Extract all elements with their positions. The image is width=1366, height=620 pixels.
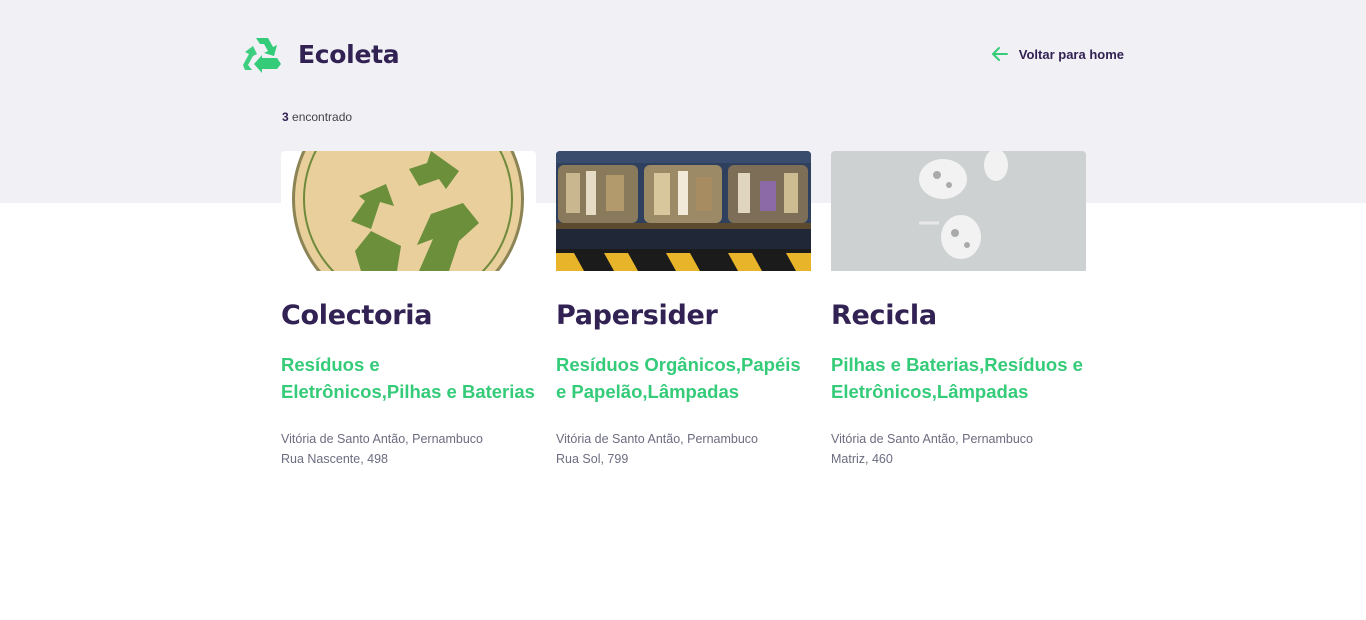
logo[interactable]: Ecoleta [242, 34, 400, 74]
results-number: 3 [282, 110, 289, 124]
back-to-home-link[interactable]: Voltar para home [991, 45, 1124, 63]
point-address: Vitória de Santo Antão, Pernambuco Rua N… [281, 429, 536, 469]
point-image [281, 151, 536, 271]
point-card[interactable]: Colectoria Resíduos e Eletrônicos,Pilhas… [281, 151, 536, 469]
point-street: Matriz, 460 [831, 452, 893, 466]
point-card[interactable]: Recicla Pilhas e Baterias,Resíduos e Ele… [831, 151, 1086, 469]
point-image [831, 151, 1086, 271]
app-name: Ecoleta [298, 39, 400, 69]
point-items: Resíduos e Eletrônicos,Pilhas e Baterias [281, 354, 535, 402]
point-street: Rua Sol, 799 [556, 452, 629, 466]
page-header: Ecoleta Voltar para home [242, 34, 1124, 74]
point-city: Vitória de Santo Antão, Pernambuco [281, 432, 483, 446]
point-city: Vitória de Santo Antão, Pernambuco [556, 432, 758, 446]
point-city: Vitória de Santo Antão, Pernambuco [831, 432, 1033, 446]
point-street: Rua Nascente, 498 [281, 452, 389, 466]
point-card[interactable]: Papersider Resíduos Orgânicos,Papéis e P… [556, 151, 811, 469]
results-label: encontrado [292, 110, 353, 124]
point-name: Recicla [831, 300, 937, 331]
point-items: Resíduos Orgânicos,Papéis e Papelão,Lâmp… [556, 354, 801, 402]
point-image [556, 151, 811, 271]
results-count: 3 encontrado [282, 110, 352, 124]
recycle-icon [243, 38, 281, 73]
point-address: Vitória de Santo Antão, Pernambuco Matri… [831, 429, 1086, 469]
point-address: Vitória de Santo Antão, Pernambuco Rua S… [556, 429, 811, 469]
point-items: Pilhas e Baterias,Resíduos e Eletrônicos… [831, 354, 1083, 402]
points-list: Colectoria Resíduos e Eletrônicos,Pilhas… [281, 151, 1086, 469]
back-label: Voltar para home [1018, 46, 1124, 62]
point-name: Colectoria [281, 300, 433, 331]
arrow-left-icon [991, 47, 1008, 61]
point-name: Papersider [556, 300, 718, 331]
